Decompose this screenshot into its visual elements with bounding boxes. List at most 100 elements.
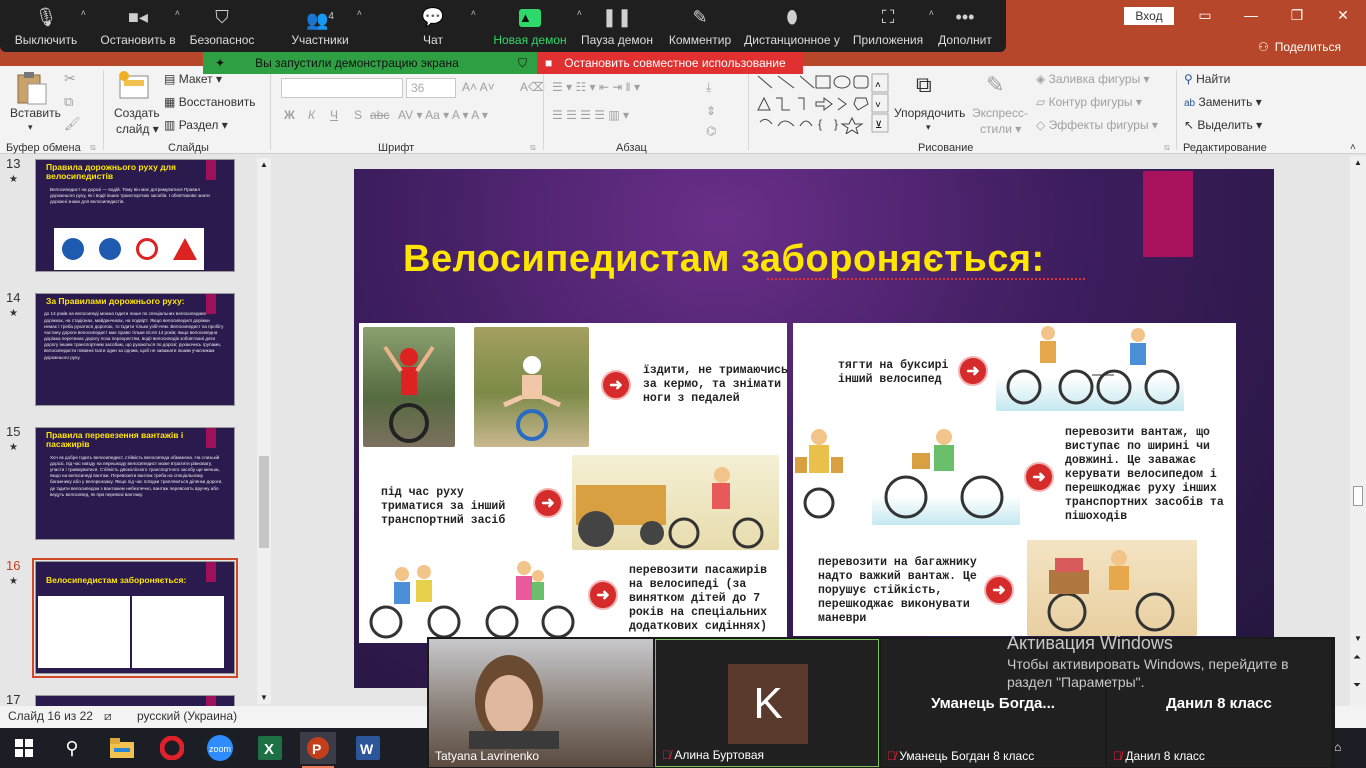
- next-slide-icon[interactable]: ⏷: [1353, 680, 1361, 691]
- close-icon[interactable]: ✕: [1320, 0, 1366, 30]
- remote-control-button[interactable]: ⬮ Дистанционное у: [740, 0, 844, 52]
- security-button[interactable]: ⛉ Безопаснос: [184, 0, 260, 52]
- thumb-number: 15: [6, 424, 21, 439]
- paste-button[interactable]: Вставить: [10, 106, 61, 120]
- bold-button[interactable]: Ж: [284, 108, 295, 122]
- powerpoint-icon[interactable]: P: [300, 732, 336, 764]
- font-family-box[interactable]: [281, 78, 403, 101]
- reset-button[interactable]: ▦ Восстановить: [164, 95, 256, 109]
- abc-button[interactable]: abc: [370, 108, 389, 122]
- section-button[interactable]: ▥ Раздел ▾: [164, 118, 228, 132]
- shapes-gallery[interactable]: {} ˄ ˅ ⊻: [754, 72, 890, 136]
- select-button[interactable]: ↖ Выделить ▾: [1184, 118, 1262, 132]
- arrange-button[interactable]: Упорядочить: [894, 106, 965, 120]
- shape-effects-button[interactable]: ◇ Эффекты фигуры ▾: [1036, 118, 1158, 132]
- word-icon[interactable]: W: [350, 732, 386, 764]
- annotate-button[interactable]: ✎ Комментир: [660, 0, 740, 52]
- scroll-up-icon[interactable]: ▲: [260, 160, 268, 169]
- scroll-thumb[interactable]: [1353, 486, 1363, 506]
- underline-button[interactable]: Ч: [330, 108, 338, 122]
- scroll-thumb[interactable]: [259, 456, 269, 548]
- chat-button[interactable]: 💬 Чат ˄: [380, 0, 486, 52]
- excel-icon[interactable]: X: [252, 732, 288, 764]
- file-explorer-icon[interactable]: [104, 732, 140, 764]
- share-button[interactable]: ⚇ Поделиться: [1258, 40, 1341, 54]
- clear-format-icon[interactable]: A⌫: [520, 80, 545, 94]
- mute-button[interactable]: 🎙 Выключить ˄: [0, 0, 92, 52]
- notifications-icon[interactable]: ⌂: [1334, 740, 1341, 754]
- opera-icon[interactable]: [154, 732, 190, 764]
- collapse-ribbon-icon[interactable]: ˄: [1350, 142, 1356, 153]
- strike-button[interactable]: S: [354, 108, 362, 122]
- align-icons[interactable]: ☰ ☰ ☰ ☰ ▥ ▾: [552, 108, 629, 122]
- language-indicator[interactable]: русский (Украина): [137, 709, 237, 723]
- slide-thumbnail-14[interactable]: За Правилами дорожнього руху: до 14 рокі…: [35, 293, 235, 406]
- paste-icon[interactable]: [14, 72, 50, 105]
- zoom-app-icon[interactable]: zoom: [202, 732, 238, 764]
- sharing-banner[interactable]: ✦ Вы запустили демонстрацию экрана ⛉: [203, 52, 537, 74]
- signin-button[interactable]: Вход: [1124, 7, 1174, 25]
- smartart-icon[interactable]: ⌬: [706, 124, 716, 138]
- slide-title[interactable]: Велосипедистам забороняється:: [403, 238, 1123, 281]
- thumb-title: За Правилами дорожнього руху:: [46, 296, 185, 306]
- arrange-caret-icon[interactable]: ▾: [926, 122, 931, 133]
- slide-thumbnail-13[interactable]: Правила дорожнього руху для велосипедист…: [35, 159, 235, 272]
- font-launcher-icon[interactable]: ⧅: [530, 142, 536, 153]
- search-icon[interactable]: ⚲: [54, 732, 90, 764]
- list-icons[interactable]: ☰ ▾ ☷ ▾ ⇤ ⇥ ‖ ▾: [552, 80, 640, 94]
- new-slide-label-1[interactable]: Создать: [114, 106, 160, 120]
- new-slide-label-2[interactable]: слайд ▾: [116, 122, 159, 136]
- text-direction-icon[interactable]: ⤓: [706, 80, 711, 95]
- new-slide-icon[interactable]: [118, 70, 152, 102]
- slide-thumbnail-15[interactable]: Правила перевезення вантажів і пасажирів…: [35, 427, 235, 540]
- minimize-icon[interactable]: —: [1228, 0, 1274, 30]
- windows-start-icon[interactable]: [6, 732, 42, 764]
- shape-outline-button[interactable]: ▱ Контур фигуры ▾: [1036, 95, 1142, 109]
- participants-icon: 👥4: [306, 10, 334, 30]
- pause-share-button[interactable]: ❚❚ Пауза демон: [574, 0, 660, 52]
- find-button[interactable]: ⚲ Найти: [1184, 72, 1230, 86]
- format-painter-icon[interactable]: 🖌: [64, 116, 81, 132]
- align-text-icon[interactable]: ⇕: [706, 104, 716, 118]
- cut-icon[interactable]: ✂: [64, 70, 76, 87]
- apps-button[interactable]: ⛶ Приложения ˄: [844, 0, 934, 52]
- font-more-icons[interactable]: AV ▾ Aa ▾ A ▾ A ▾: [398, 108, 488, 122]
- stop-video-button[interactable]: ■◂ Остановить в ˄: [92, 0, 184, 52]
- scroll-down-icon[interactable]: ▼: [1354, 634, 1362, 643]
- font-size-box[interactable]: 36: [406, 78, 456, 98]
- slide-thumbnail-17[interactable]: [35, 695, 235, 706]
- replace-button[interactable]: ab Заменить ▾: [1184, 95, 1262, 109]
- spellcheck-icon[interactable]: ⧄: [104, 709, 112, 724]
- drawing-group-label: Рисование: [918, 142, 974, 154]
- grow-font-icon[interactable]: A˄ A˅: [462, 80, 495, 94]
- fill-icon: ◈: [1036, 72, 1046, 86]
- shape-fill-button[interactable]: ◈ Заливка фигуры ▾: [1036, 72, 1150, 86]
- video-tile-tatyana[interactable]: Tatyana Lavrinenko: [429, 639, 653, 767]
- layout-button[interactable]: ▤ Макет ▾: [164, 72, 222, 86]
- copy-icon[interactable]: ⧉: [64, 94, 73, 110]
- quick-styles-label-1[interactable]: Экспресс-: [972, 106, 1028, 120]
- more-button[interactable]: ••• Дополнит: [932, 0, 998, 52]
- slide-thumbnail-16[interactable]: Велосипедистам забороняється:: [35, 561, 235, 674]
- restore-icon[interactable]: ❐: [1274, 0, 1320, 30]
- paste-caret-icon[interactable]: ▾: [28, 122, 33, 133]
- stop-share-button[interactable]: ■ Остановить совместное использование: [537, 52, 803, 74]
- ribbon-display-icon[interactable]: ▭: [1182, 0, 1228, 30]
- clipboard-launcher-icon[interactable]: ⧅: [90, 142, 96, 153]
- thumbnails-scrollbar[interactable]: ▲ ▼: [257, 158, 271, 704]
- video-tile-alina[interactable]: K 🎙̸ Алина Буртовая: [655, 639, 879, 767]
- arrange-icon[interactable]: ⧉: [916, 72, 932, 98]
- scroll-down-icon[interactable]: ▼: [260, 693, 268, 702]
- drawing-launcher-icon[interactable]: ⧅: [1164, 142, 1170, 153]
- italic-button[interactable]: К: [308, 108, 315, 122]
- prev-slide-icon[interactable]: ⏶: [1353, 652, 1361, 663]
- scroll-up-icon[interactable]: ▲: [1354, 158, 1362, 167]
- quick-styles-label-2[interactable]: стили ▾: [980, 122, 1021, 136]
- thumb-title: Правила дорожнього руху для велосипедист…: [46, 162, 176, 182]
- slides-group-label: Слайды: [168, 142, 209, 154]
- new-share-button[interactable]: ▲ Новая демон ˄: [486, 0, 582, 52]
- quick-styles-icon[interactable]: ✎: [986, 72, 1004, 98]
- participants-button[interactable]: 👥4 Участники ˄: [260, 0, 380, 52]
- editor-scrollbar[interactable]: ▲ ▼ ⏶ ⏷: [1350, 156, 1366, 706]
- text-wide-cargo: перевозити вантаж, що виступає по ширині…: [1065, 426, 1224, 523]
